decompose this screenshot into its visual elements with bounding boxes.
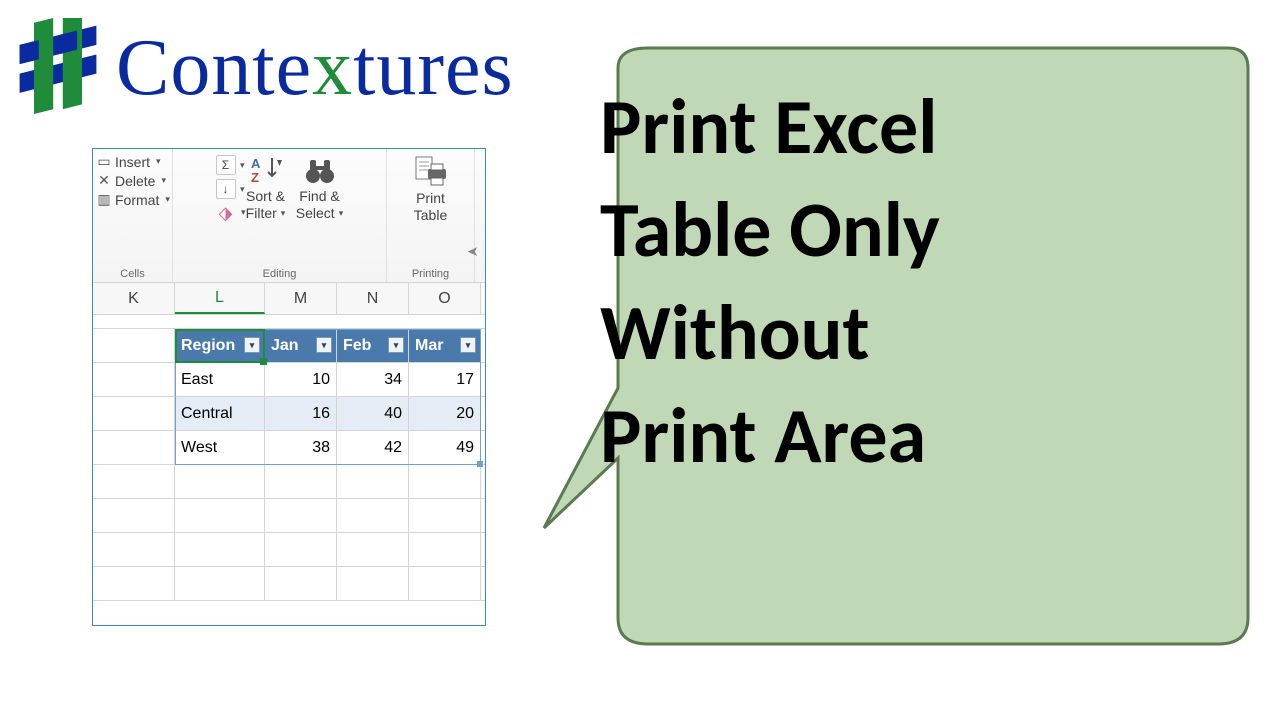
delete-icon: ✕ (97, 172, 111, 189)
group-label-cells: Cells (97, 268, 168, 280)
group-label-printing: Printing (391, 268, 470, 280)
svg-text:A: A (251, 156, 261, 171)
find-select-button[interactable]: Find & Select▾ (296, 153, 344, 222)
hdr-jan[interactable]: Jan (265, 329, 337, 362)
binoculars-icon (303, 153, 337, 187)
col-N[interactable]: N (337, 283, 409, 314)
group-label-editing: Editing (177, 268, 382, 280)
worksheet-grid[interactable]: K L M N O Region Jan Feb Mar East 10 34 … (93, 283, 485, 601)
insert-button[interactable]: ▭ Insert▾ (97, 153, 161, 170)
hdr-feb[interactable]: Feb (337, 329, 409, 362)
filter-button-jan[interactable] (316, 337, 332, 353)
delete-button[interactable]: ✕ Delete▾ (97, 172, 166, 189)
clear-button[interactable]: ⬗▾ (216, 203, 236, 223)
sort-filter-icon: A Z (249, 153, 283, 187)
eraser-icon: ⬗ (219, 203, 233, 224)
col-L[interactable]: L (175, 283, 265, 314)
ribbon-group-cells: ▭ Insert▾ ✕ Delete▾ ▥ Format▾ Cells (93, 149, 173, 282)
ribbon-group-printing: Print Table Printing (387, 149, 475, 282)
empty-row[interactable] (93, 465, 485, 499)
fill-down-icon: ↓ (223, 182, 229, 196)
sigma-icon: Σ (222, 158, 229, 172)
format-icon: ▥ (97, 191, 111, 208)
excel-screenshot: ▭ Insert▾ ✕ Delete▾ ▥ Format▾ Cells Σ (92, 148, 486, 626)
weave-icon (10, 18, 106, 119)
empty-row[interactable] (93, 567, 485, 601)
print-table-icon (414, 155, 448, 189)
print-table-button[interactable]: Print Table (407, 155, 455, 224)
col-M[interactable]: M (265, 283, 337, 314)
empty-row[interactable] (93, 533, 485, 567)
insert-icon: ▭ (97, 153, 111, 170)
ribbon: ▭ Insert▾ ✕ Delete▾ ▥ Format▾ Cells Σ (93, 149, 485, 283)
format-button[interactable]: ▥ Format▾ (97, 191, 170, 208)
ribbon-group-editing: Σ▾ ↓▾ ⬗▾ A Z (173, 149, 387, 282)
fill-button[interactable]: ↓▾ (216, 179, 236, 199)
col-O[interactable]: O (409, 283, 481, 314)
callout-text: Print Excel Table Only Without Print Are… (600, 76, 1230, 488)
col-K[interactable]: K (93, 283, 175, 314)
table-row[interactable]: West 38 42 49 (93, 431, 485, 465)
table-row[interactable]: Central 16 40 20 (93, 397, 485, 431)
filter-button-region[interactable] (244, 337, 260, 353)
column-headers[interactable]: K L M N O (93, 283, 485, 315)
filter-button-mar[interactable] (460, 337, 476, 353)
filter-button-feb[interactable] (388, 337, 404, 353)
table-header-row: Region Jan Feb Mar (93, 329, 485, 363)
svg-text:Z: Z (251, 170, 259, 185)
brand-logo: Contextures (10, 18, 514, 119)
sort-filter-button[interactable]: A Z Sort & Filter▾ (242, 153, 290, 222)
hdr-mar[interactable]: Mar (409, 329, 481, 362)
autosum-button[interactable]: Σ▾ (216, 155, 236, 175)
table-row[interactable]: East 10 34 17 (93, 363, 485, 397)
cursor-icon: ➤ (467, 243, 479, 260)
empty-row[interactable] (93, 499, 485, 533)
brand-text: Contextures (116, 23, 514, 114)
hdr-region[interactable]: Region (175, 329, 265, 362)
